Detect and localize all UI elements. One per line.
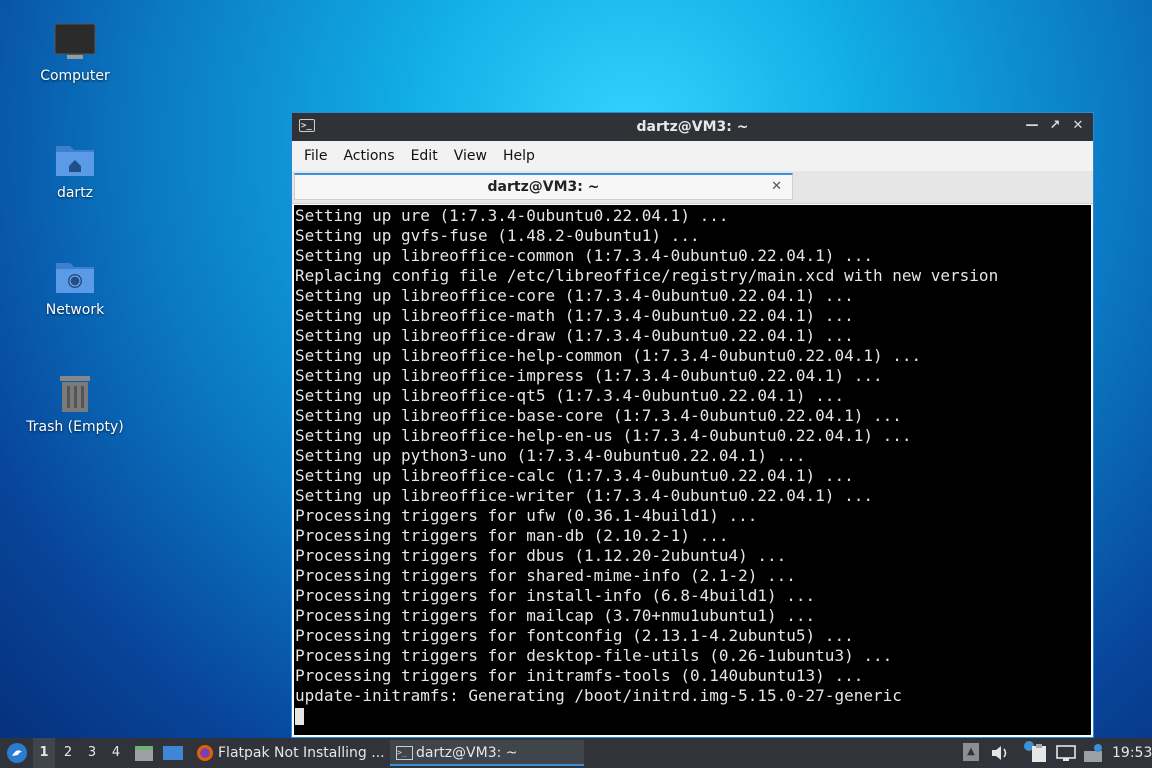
maximize-button[interactable]: ↗ <box>1048 118 1062 133</box>
desktop-icon-label: Computer <box>40 68 110 84</box>
terminal-icon: >_ <box>396 746 413 760</box>
terminal-line: Setting up python3-uno (1:7.3.4-0ubuntu0… <box>295 446 806 465</box>
firefox-icon <box>197 745 213 761</box>
menu-help[interactable]: Help <box>495 148 543 164</box>
tray-up-arrow-icon[interactable]: ▲ <box>963 743 979 761</box>
update-notifier-icon[interactable] <box>1082 743 1104 763</box>
task-label: dartz@VM3: ~ <box>416 745 518 761</box>
terminal-line: Setting up ure (1:7.3.4-0ubuntu0.22.04.1… <box>295 206 729 225</box>
network-folder-icon <box>56 263 94 293</box>
terminal-line: update-initramfs: Generating /boot/initr… <box>295 686 902 705</box>
start-menu-icon[interactable] <box>6 742 28 764</box>
terminal-line: Processing triggers for mailcap (3.70+nm… <box>295 606 816 625</box>
terminal-line: Processing triggers for fontconfig (2.13… <box>295 626 854 645</box>
terminal-line: Setting up libreoffice-qt5 (1:7.3.4-0ubu… <box>295 386 845 405</box>
terminal-line: Setting up libreoffice-math (1:7.3.4-0ub… <box>295 306 854 325</box>
minimize-button[interactable]: — <box>1025 118 1039 133</box>
terminal-line: Setting up libreoffice-common (1:7.3.4-0… <box>295 246 873 265</box>
terminal-line: Setting up libreoffice-calc (1:7.3.4-0ub… <box>295 466 854 485</box>
terminal-line: Processing triggers for dbus (1.12.20-2u… <box>295 546 787 565</box>
menu-view[interactable]: View <box>446 148 495 164</box>
volume-icon[interactable] <box>990 744 1010 762</box>
desktop-icon-home[interactable]: dartz <box>15 139 135 201</box>
workspace-4[interactable]: 4 <box>105 738 127 768</box>
terminal-line: Setting up libreoffice-writer (1:7.3.4-0… <box>295 486 873 505</box>
terminal-line: Setting up libreoffice-core (1:7.3.4-0ub… <box>295 286 854 305</box>
menu-bar: File Actions Edit View Help <box>292 141 1093 171</box>
terminal-line: Processing triggers for install-info (6.… <box>295 586 816 605</box>
task-terminal[interactable]: >_ dartz@VM3: ~ <box>390 740 584 766</box>
workspace-2[interactable]: 2 <box>57 738 79 768</box>
menu-edit[interactable]: Edit <box>403 148 446 164</box>
terminal-line: Processing triggers for shared-mime-info… <box>295 566 796 585</box>
terminal-line: Replacing config file /etc/libreoffice/r… <box>295 266 999 285</box>
terminal-line: Processing triggers for ufw (0.36.1-4bui… <box>295 506 758 525</box>
network-icon[interactable] <box>1056 744 1076 762</box>
clipboard-icon[interactable] <box>1030 743 1048 763</box>
desktop-icon-label: dartz <box>56 185 94 201</box>
workspace-3[interactable]: 3 <box>81 738 103 768</box>
task-label: Flatpak Not Installing ... <box>218 745 385 761</box>
tab-label: dartz@VM3: ~ <box>487 179 600 195</box>
desktop-icon-computer[interactable]: Computer <box>15 22 135 84</box>
task-firefox[interactable]: Flatpak Not Installing ... <box>192 740 386 766</box>
close-button[interactable]: ✕ <box>1071 118 1085 133</box>
terminal-line: Setting up libreoffice-draw (1:7.3.4-0ub… <box>295 326 854 345</box>
terminal-line: Setting up gvfs-fuse (1.48.2-0ubuntu1) .… <box>295 226 700 245</box>
menu-file[interactable]: File <box>296 148 335 164</box>
show-desktop-icon[interactable] <box>162 744 184 762</box>
tab-bar: dartz@VM3: ~ ✕ <box>292 171 1093 204</box>
terminal-cursor <box>295 708 304 725</box>
desktop-icon-trash[interactable]: Trash (Empty) <box>15 373 135 435</box>
window-title: dartz@VM3: ~ <box>636 119 749 135</box>
terminal-line: Processing triggers for initramfs-tools … <box>295 666 864 685</box>
terminal-line: Setting up libreoffice-impress (1:7.3.4-… <box>295 366 883 385</box>
desktop-icon-network[interactable]: Network <box>15 256 135 318</box>
taskbar: 1 2 3 4 Flatpak Not Installing ... >_ da… <box>0 738 1152 768</box>
home-folder-icon <box>56 146 94 176</box>
terminal-line: Processing triggers for desktop-file-uti… <box>295 646 893 665</box>
window-titlebar[interactable]: >_ dartz@VM3: ~ — ↗ ✕ <box>292 113 1093 141</box>
file-manager-icon[interactable] <box>134 744 154 762</box>
menu-actions[interactable]: Actions <box>335 148 402 164</box>
terminal-line: Setting up libreoffice-base-core (1:7.3.… <box>295 406 902 425</box>
trash-icon <box>60 376 90 412</box>
terminal-window: >_ dartz@VM3: ~ — ↗ ✕ File Actions Edit … <box>291 112 1094 738</box>
tab-close-icon[interactable]: ✕ <box>771 175 782 199</box>
terminal-output[interactable]: Setting up ure (1:7.3.4-0ubuntu0.22.04.1… <box>294 205 1091 735</box>
terminal-line: Processing triggers for man-db (2.10.2-1… <box>295 526 729 545</box>
computer-icon <box>54 23 96 59</box>
terminal-line: Setting up libreoffice-help-en-us (1:7.3… <box>295 426 912 445</box>
desktop-icon-label: Network <box>45 302 105 318</box>
workspace-1[interactable]: 1 <box>33 738 55 768</box>
terminal-line: Setting up libreoffice-help-common (1:7.… <box>295 346 922 365</box>
tab-terminal[interactable]: dartz@VM3: ~ ✕ <box>294 173 793 200</box>
desktop-icon-label: Trash (Empty) <box>26 419 124 435</box>
clock[interactable]: 19:53 <box>1112 738 1152 768</box>
